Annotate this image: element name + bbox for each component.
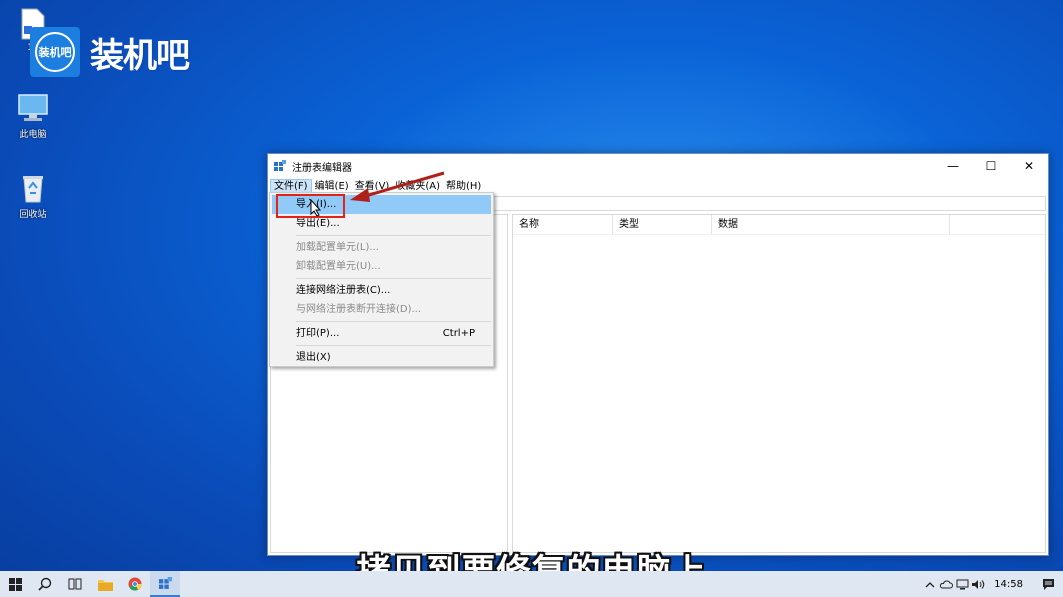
menu-separator: [296, 345, 491, 346]
folder-icon: [97, 579, 113, 591]
cloud-icon: [940, 580, 954, 588]
task-view-button[interactable]: [60, 571, 90, 597]
regedit-icon: [158, 576, 172, 589]
volume-button[interactable]: [970, 571, 986, 597]
menu-item-print[interactable]: 打印(P)... Ctrl+P: [270, 324, 493, 343]
start-button[interactable]: [0, 571, 30, 597]
menu-item-disconnect-network-label: 与网络注册表断开连接(D)...: [296, 304, 422, 315]
menu-separator: [296, 321, 491, 322]
desktop-this-pc[interactable]: 此电脑: [8, 92, 58, 140]
logo-wordmark: 装机吧: [90, 35, 190, 76]
menu-item-print-label: 打印(P)...: [296, 328, 340, 339]
notification-icon: [1042, 579, 1054, 590]
menu-item-connect-network[interactable]: 连接网络注册表(C)...: [270, 281, 493, 300]
menu-item-load-hive-label: 加载配置单元(L)...: [296, 242, 379, 253]
action-center-button[interactable]: [1033, 571, 1063, 597]
menu-item-disconnect-network: 与网络注册表断开连接(D)...: [270, 300, 493, 319]
recycle-bin-label: 回收站: [19, 210, 47, 220]
menu-item-print-shortcut: Ctrl+P: [442, 328, 475, 339]
onedrive-button[interactable]: [938, 571, 954, 597]
system-tray: 14:58: [922, 571, 1063, 597]
file-explorer-button[interactable]: [90, 571, 120, 597]
search-button[interactable]: [30, 571, 60, 597]
menu-separator: [296, 235, 491, 236]
column-headers: 名称 类型 数据: [513, 215, 1045, 235]
taskbar: 14:58: [0, 571, 1063, 597]
column-header-data[interactable]: 数据: [712, 215, 950, 234]
regedit-taskbar-button[interactable]: [150, 571, 180, 597]
chrome-icon: [128, 577, 142, 591]
desktop-recycle-bin[interactable]: 回收站: [8, 172, 58, 220]
menu-item-unload-hive: 卸载配置单元(U)...: [270, 257, 493, 276]
annotation-arrow-icon: [350, 171, 445, 202]
clock[interactable]: 14:58: [986, 579, 1033, 590]
task-view-icon: [68, 578, 82, 590]
column-header-type[interactable]: 类型: [613, 215, 712, 234]
maximize-button[interactable]: ☐: [972, 154, 1010, 178]
watermark-logo: 装机吧 装机吧: [30, 27, 190, 77]
recycle-bin-icon: [23, 176, 43, 203]
menu-item-connect-network-label: 连接网络注册表(C)...: [296, 285, 391, 296]
logo-badge: 装机吧: [30, 27, 80, 77]
window-controls: — ☐ ✕: [934, 154, 1048, 178]
speaker-icon: [972, 579, 985, 589]
windows-logo-icon: [8, 577, 22, 591]
this-pc-label: 此电脑: [19, 130, 47, 140]
menu-item-exit[interactable]: 退出(X): [270, 348, 493, 367]
computer-icon: [18, 94, 48, 121]
values-list-pane[interactable]: 名称 类型 数据: [512, 214, 1046, 553]
chevron-up-icon: [925, 581, 935, 587]
network-button[interactable]: [954, 571, 970, 597]
search-icon: [38, 577, 52, 591]
menu-item-load-hive: 加载配置单元(L)...: [270, 238, 493, 257]
logo-circle-text: 装机吧: [35, 32, 75, 72]
menu-item-unload-hive-label: 卸载配置单元(U)...: [296, 261, 381, 272]
network-icon: [956, 579, 969, 589]
file-menu-dropdown: 导入(I)... 导出(E)... 加载配置单元(L)... 卸载配置单元(U)…: [269, 192, 494, 367]
regedit-icon: [274, 160, 286, 171]
mouse-cursor-icon: [310, 199, 322, 217]
close-button[interactable]: ✕: [1010, 154, 1048, 178]
chrome-button[interactable]: [120, 571, 150, 597]
menu-item-exit-label: 退出(X): [296, 352, 331, 363]
minimize-button[interactable]: —: [934, 154, 972, 178]
show-hidden-icons-button[interactable]: [922, 571, 938, 597]
column-header-name[interactable]: 名称: [513, 215, 613, 234]
menu-separator: [296, 278, 491, 279]
